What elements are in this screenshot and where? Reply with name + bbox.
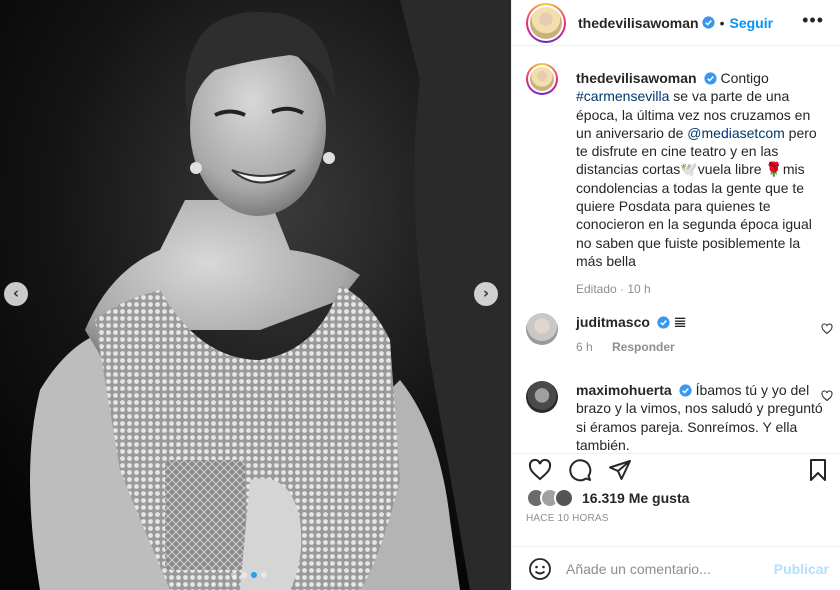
carousel-dot-active <box>251 572 257 578</box>
verified-badge-icon <box>702 16 715 29</box>
post-image <box>0 0 511 590</box>
post-side-panel: thedevilisawoman • Seguir ••• thedevilis… <box>511 0 840 590</box>
like-heart-icon[interactable] <box>528 458 552 482</box>
follow-button[interactable]: Seguir <box>730 15 774 31</box>
more-options-icon[interactable]: ••• <box>802 11 824 29</box>
carousel-dot <box>231 572 237 578</box>
post-actions: 16.319 Me gusta HACE 10 HORAS <box>512 453 840 546</box>
caption-avatar[interactable] <box>526 63 558 95</box>
liker-avatars[interactable] <box>526 488 580 508</box>
author-username[interactable]: thedevilisawoman <box>578 15 699 31</box>
post-photo[interactable]: ‹ › <box>0 0 511 590</box>
caption-text: pero te disfrute en cine teatro y en las… <box>576 124 817 269</box>
like-comment-heart-icon[interactable] <box>821 323 833 335</box>
post-timestamp[interactable]: HACE 10 HORAS <box>526 513 609 524</box>
carousel-dots <box>231 572 267 578</box>
comment-text: 𝌆 <box>673 315 687 331</box>
emoji-icon[interactable] <box>528 557 552 581</box>
header-separator: • <box>719 14 725 31</box>
save-bookmark-icon[interactable] <box>806 458 830 482</box>
like-comment-heart-icon[interactable] <box>821 390 833 402</box>
commenter-avatar[interactable] <box>526 313 558 345</box>
carousel-dot <box>261 572 267 578</box>
caption-username[interactable]: thedevilisawoman <box>576 70 697 86</box>
mention-link[interactable]: @mediasetcom <box>687 125 784 141</box>
caption-meta: Editado · 10 h <box>576 282 651 297</box>
verified-badge-icon <box>657 316 670 329</box>
comment-time: 6 h <box>576 340 593 355</box>
verified-badge-icon <box>679 384 692 397</box>
likes-count[interactable]: 16.319 Me gusta <box>582 490 689 506</box>
comment-composer: Publicar <box>512 546 840 590</box>
carousel-dot <box>241 572 247 578</box>
share-paper-plane-icon[interactable] <box>608 458 632 482</box>
post-header: thedevilisawoman • Seguir ••• <box>512 0 840 46</box>
comment-bubble-icon[interactable] <box>568 458 592 482</box>
commenter-avatar[interactable] <box>526 381 558 413</box>
caption: thedevilisawoman Contigo #carmensevilla … <box>526 63 826 297</box>
reply-button[interactable]: Responder <box>612 340 675 354</box>
comment-input[interactable] <box>566 560 766 577</box>
chevron-right-icon: › <box>482 283 490 302</box>
carousel-prev-button[interactable]: ‹ <box>4 282 28 306</box>
comment-item: maximohuerta Íbamos tú y yo del brazo y … <box>526 381 826 453</box>
publish-button[interactable]: Publicar <box>774 561 829 577</box>
comment-username[interactable]: maximohuerta <box>576 382 672 398</box>
comment-item: juditmasco 𝌆 6 h Responder <box>526 313 826 354</box>
comment-username[interactable]: juditmasco <box>576 314 650 330</box>
caption-text: Contigo <box>720 70 769 86</box>
carousel-next-button[interactable]: › <box>474 282 498 306</box>
comments-list[interactable]: thedevilisawoman Contigo #carmensevilla … <box>512 47 840 453</box>
chevron-left-icon: ‹ <box>12 283 20 302</box>
verified-badge-icon <box>704 72 717 85</box>
likes-row: 16.319 Me gusta <box>526 488 689 508</box>
hashtag-link[interactable]: #carmensevilla <box>576 88 669 104</box>
author-avatar[interactable] <box>526 2 566 43</box>
